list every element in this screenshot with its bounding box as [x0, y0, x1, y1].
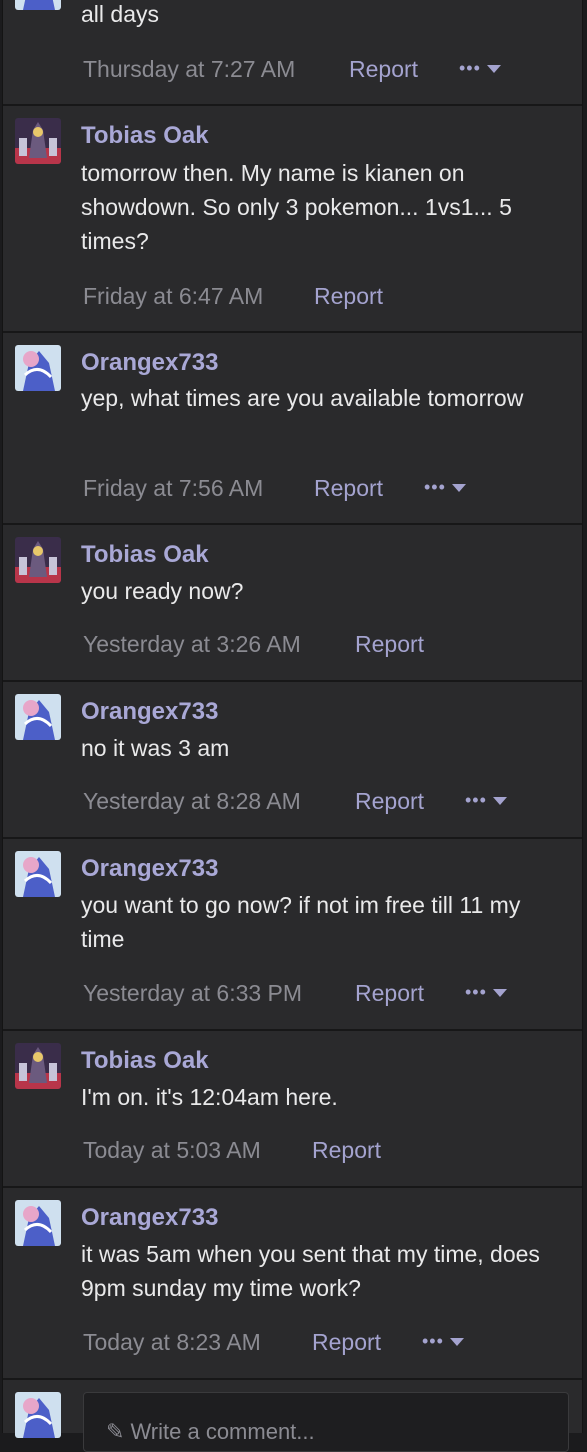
- comment-text: you ready now?: [81, 578, 244, 604]
- more-options-button[interactable]: •••: [465, 982, 507, 1003]
- report-link[interactable]: Report: [314, 475, 383, 502]
- avatar[interactable]: [15, 345, 61, 391]
- comment-item: Orangex733 it was 5am when you sent that…: [3, 1188, 582, 1380]
- report-link[interactable]: Report: [349, 56, 418, 83]
- comment-text: I'm on. it's 12:04am here.: [81, 1084, 338, 1110]
- avatar[interactable]: [15, 0, 61, 10]
- comment-item: Orangex733 no it was 3 am Yesterday at 8…: [3, 682, 582, 839]
- avatar[interactable]: [15, 694, 61, 740]
- comment-text: you want to go now? if not im free till …: [81, 892, 521, 952]
- author-name[interactable]: Tobias Oak: [81, 122, 209, 150]
- avatar[interactable]: [15, 537, 61, 583]
- avatar[interactable]: [15, 1043, 61, 1089]
- more-options-button[interactable]: •••: [424, 477, 466, 498]
- author-name[interactable]: Tobias Oak: [81, 1047, 209, 1075]
- chevron-down-icon: [449, 1338, 464, 1347]
- more-options-button[interactable]: •••: [459, 58, 501, 79]
- report-link[interactable]: Report: [355, 631, 424, 658]
- report-link[interactable]: Report: [355, 788, 424, 815]
- chevron-down-icon: [486, 65, 501, 74]
- comment-time: Yesterday at 8:28 AM: [83, 788, 301, 814]
- comment-panel: all days Thursday at 7:27 AM Report ••• …: [2, 0, 583, 1452]
- report-link[interactable]: Report: [314, 283, 383, 310]
- comment-input-placeholder: ✎ Write a comment...: [106, 1419, 315, 1445]
- composer-avatar: [15, 1392, 61, 1438]
- comment-input[interactable]: ✎ Write a comment...: [83, 1392, 569, 1452]
- pencil-icon: ✎: [106, 1419, 125, 1444]
- author-name[interactable]: Orangex733: [81, 1204, 218, 1232]
- comment-time: Today at 8:23 AM: [83, 1329, 261, 1355]
- author-name[interactable]: Orangex733: [81, 698, 218, 726]
- comment-text: tomorrow then. My name is kianen on show…: [81, 160, 512, 254]
- more-options-button[interactable]: •••: [465, 790, 507, 811]
- avatar[interactable]: [15, 851, 61, 897]
- comment-text: all days: [81, 1, 159, 27]
- comment-item: Tobias Oak tomorrow then. My name is kia…: [3, 106, 582, 333]
- chevron-down-icon: [492, 989, 507, 998]
- chevron-down-icon: [492, 797, 507, 806]
- comment-time: Thursday at 7:27 AM: [83, 56, 296, 82]
- comment-text: yep, what times are you available tomorr…: [81, 385, 524, 411]
- author-name[interactable]: Orangex733: [81, 349, 218, 377]
- comment-text: no it was 3 am: [81, 735, 230, 761]
- report-link[interactable]: Report: [355, 980, 424, 1007]
- avatar[interactable]: [15, 118, 61, 164]
- comment-item: Orangex733 you want to go now? if not im…: [3, 839, 582, 1031]
- more-options-button[interactable]: •••: [422, 1331, 464, 1352]
- chevron-down-icon: [451, 484, 466, 493]
- comment-time: Yesterday at 3:26 AM: [83, 631, 301, 657]
- comment-placeholder-text: Write a comment...: [130, 1419, 315, 1444]
- comment-text: it was 5am when you sent that my time, d…: [81, 1241, 540, 1301]
- comment-time: Friday at 7:56 AM: [83, 475, 264, 501]
- comment-time: Yesterday at 6:33 PM: [83, 980, 303, 1006]
- comment-item: Tobias Oak you ready now? Yesterday at 3…: [3, 525, 582, 682]
- avatar[interactable]: [15, 1200, 61, 1246]
- report-link[interactable]: Report: [312, 1329, 381, 1356]
- author-name[interactable]: Tobias Oak: [81, 541, 209, 569]
- report-link[interactable]: Report: [312, 1137, 381, 1164]
- author-name[interactable]: Orangex733: [81, 855, 218, 883]
- comment-item: Orangex733 yep, what times are you avail…: [3, 333, 582, 525]
- comment-time: Today at 5:03 AM: [83, 1137, 261, 1163]
- comment-item: all days Thursday at 7:27 AM Report •••: [3, 0, 582, 106]
- comment-item: Tobias Oak I'm on. it's 12:04am here. To…: [3, 1031, 582, 1188]
- comment-time: Friday at 6:47 AM: [83, 283, 264, 309]
